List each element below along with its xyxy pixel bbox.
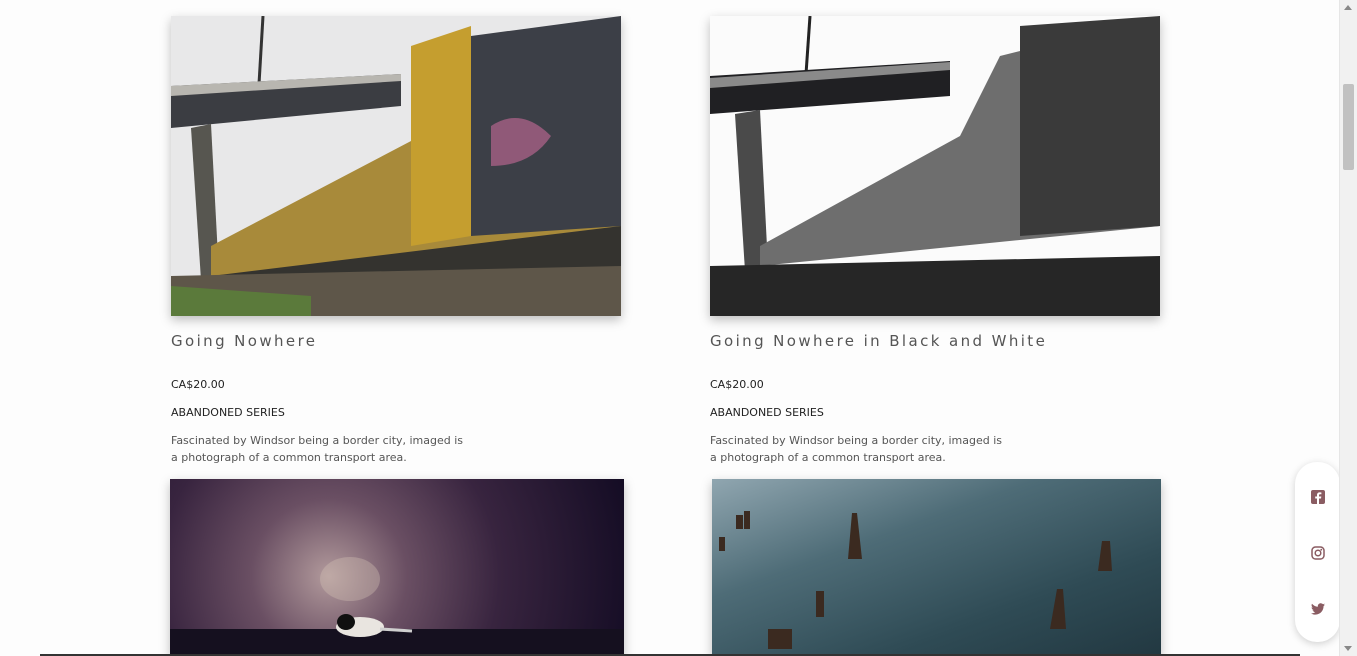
product-card[interactable] — [170, 479, 624, 656]
social-links — [1295, 462, 1340, 642]
product-price: CA$20.00 — [171, 378, 225, 391]
scroll-down-arrow-icon[interactable] — [1344, 646, 1352, 651]
product-grid: Going Nowhere CA$20.00 ABANDONED SERIES … — [0, 0, 1340, 656]
product-card[interactable]: Going Nowhere CA$20.00 ABANDONED SERIES … — [171, 16, 621, 476]
scrollbar-thumb[interactable] — [1343, 84, 1354, 170]
twitter-icon[interactable] — [1310, 601, 1325, 616]
product-image[interactable] — [710, 16, 1160, 316]
product-card[interactable] — [712, 479, 1161, 656]
product-series: ABANDONED SERIES — [710, 406, 824, 419]
product-description: Fascinated by Windsor being a border cit… — [171, 434, 464, 464]
product-series: ABANDONED SERIES — [171, 406, 285, 419]
product-description: Fascinated by Windsor being a border cit… — [710, 434, 1003, 464]
product-image[interactable] — [712, 479, 1161, 656]
product-title[interactable]: Going Nowhere in Black and White — [710, 332, 1047, 350]
product-image[interactable] — [171, 16, 621, 316]
instagram-icon[interactable] — [1310, 545, 1325, 560]
facebook-icon[interactable] — [1310, 489, 1325, 504]
product-title[interactable]: Going Nowhere — [171, 332, 317, 350]
scroll-up-arrow-icon[interactable] — [1344, 5, 1352, 10]
product-price: CA$20.00 — [710, 378, 764, 391]
product-image[interactable] — [170, 479, 624, 656]
product-card[interactable]: Going Nowhere in Black and White CA$20.0… — [710, 16, 1160, 476]
scrollbar[interactable] — [1339, 0, 1357, 656]
